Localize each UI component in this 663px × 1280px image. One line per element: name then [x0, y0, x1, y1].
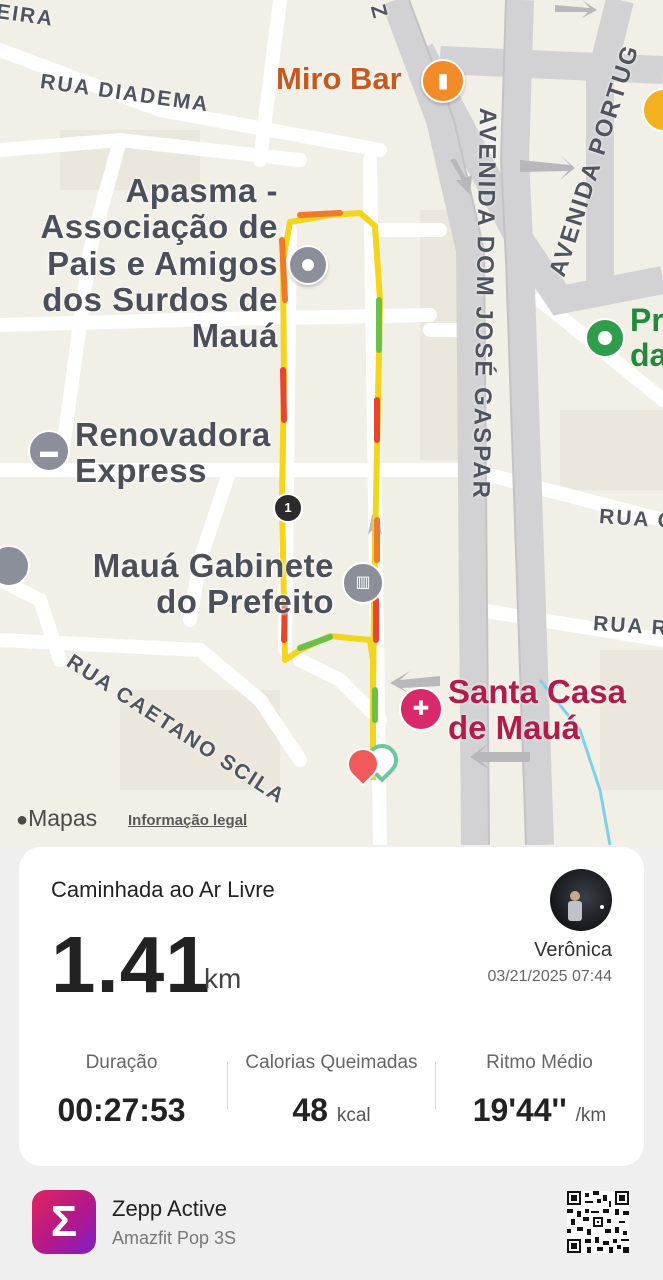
legal-info-link[interactable]: Informação legal	[128, 812, 247, 829]
poi-pin-icon[interactable]	[288, 245, 328, 285]
stat-value: 19'44'' /km	[437, 1092, 642, 1129]
distance-value: 1.41	[51, 920, 211, 1009]
activity-summary-card: Caminhada ao Ar Livre 1.41 km Verônica 0…	[19, 847, 644, 1166]
bar-icon[interactable]: ▮	[421, 59, 465, 103]
poi-renovadora-label[interactable]: Renovadora Express	[75, 416, 271, 490]
building-icon[interactable]: ▥	[342, 562, 384, 604]
poi-green-label[interactable]: Pr da	[630, 302, 663, 373]
stat-pace: Ritmo Médio 19'44'' /km	[437, 1052, 642, 1129]
device-name: Amazfit Pop 3S	[112, 1228, 237, 1248]
activity-title: Caminhada ao Ar Livre	[51, 877, 275, 902]
route-map[interactable]: EIRA RUA DIADEMA Z AVENIDA DOM JOSÉ GASP…	[0, 0, 663, 845]
stat-unit: kcal	[336, 1105, 371, 1126]
app-name: Zepp Active	[112, 1196, 227, 1221]
stat-unit: /km	[575, 1105, 607, 1126]
stat-duration: Duração 00:27:53	[19, 1052, 224, 1129]
car-icon[interactable]: ▬	[28, 430, 70, 472]
split-marker[interactable]: 1	[273, 493, 303, 523]
stat-value-text: 00:27:53	[57, 1092, 186, 1128]
stat-value-text: 19'44''	[472, 1092, 567, 1128]
avatar[interactable]	[550, 869, 612, 931]
street-label-dom-jose: AVENIDA DOM JOSÉ GASPAR	[467, 107, 501, 501]
qr-code-icon[interactable]	[567, 1191, 629, 1253]
poi-gabinete-label[interactable]: Mauá Gabinete do Prefeito	[86, 547, 334, 621]
stat-value-text: 48	[292, 1092, 328, 1128]
maps-attribution-text: Mapas	[28, 805, 98, 831]
stat-label: Duração	[85, 1052, 158, 1073]
stat-value: 48 kcal	[229, 1092, 434, 1129]
poi-miro-bar-label[interactable]: Miro Bar	[276, 61, 402, 96]
park-icon[interactable]	[585, 318, 625, 358]
stat-calories: Calorias Queimadas 48 kcal	[229, 1052, 434, 1129]
zepp-app-icon[interactable]: Σ	[32, 1190, 96, 1254]
maps-attribution: ●Mapas	[16, 805, 97, 832]
stat-value: 00:27:53	[19, 1092, 224, 1129]
activity-datetime: 03/21/2025 07:44	[487, 968, 612, 985]
user-name: Verônica	[534, 939, 612, 961]
poi-santa-casa-label[interactable]: Santa Casa de Mauá	[448, 673, 626, 747]
distance-unit: km	[204, 963, 242, 994]
divider	[435, 1062, 436, 1110]
apple-logo-icon: ●	[16, 809, 29, 831]
divider	[227, 1062, 228, 1110]
stat-label: Ritmo Médio	[486, 1052, 593, 1073]
poi-apasma-label[interactable]: Apasma - Associação de Pais e Amigos dos…	[40, 172, 278, 354]
hospital-icon[interactable]: ✚	[399, 687, 443, 731]
stat-label: Calorias Queimadas	[245, 1052, 418, 1073]
